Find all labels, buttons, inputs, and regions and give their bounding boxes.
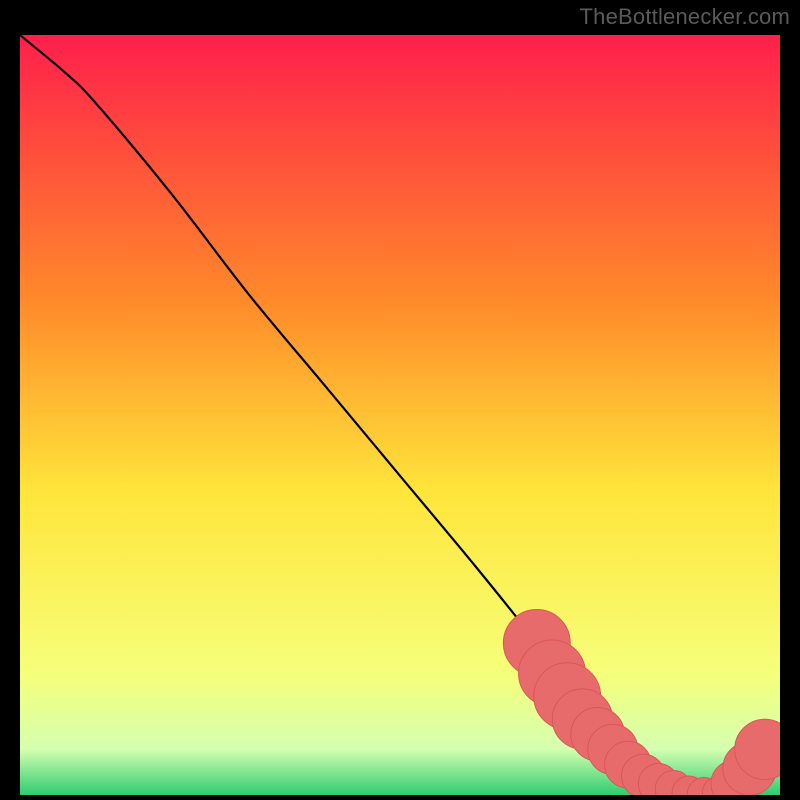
- attribution-label: TheBottlenecker.com: [580, 4, 790, 30]
- plot-area: [20, 35, 780, 795]
- plot-svg: [20, 35, 780, 795]
- chart-frame: TheBottlenecker.com: [0, 0, 800, 800]
